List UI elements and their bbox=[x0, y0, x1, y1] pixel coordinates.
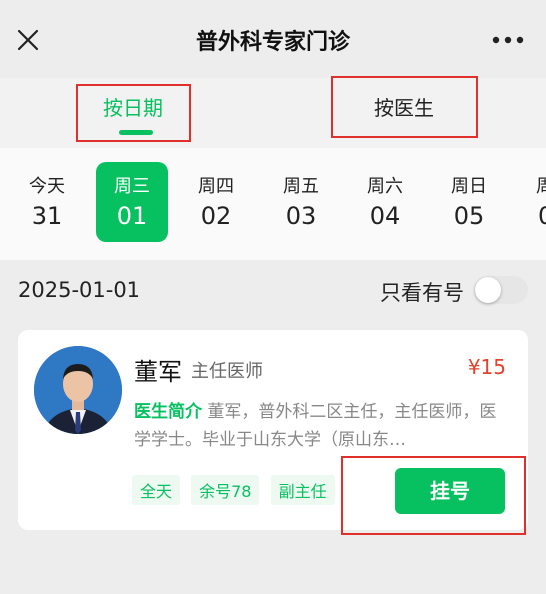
date-weekday: 周 bbox=[536, 176, 546, 197]
tag-list: 全天 余号78 副主任 bbox=[132, 475, 341, 505]
date-item-partial[interactable]: 周 0 bbox=[500, 162, 546, 242]
date-weekday: 周四 bbox=[198, 176, 234, 197]
doctor-name: 董军 bbox=[134, 358, 182, 386]
date-day: 02 bbox=[200, 202, 232, 230]
date-day: 31 bbox=[31, 202, 63, 230]
date-item-today[interactable]: 今天 31 bbox=[11, 162, 83, 242]
highlight-box-doctor-tab bbox=[331, 76, 478, 138]
date-item[interactable]: 周日 05 bbox=[433, 162, 505, 242]
only-available-label: 只看有号 bbox=[380, 281, 464, 305]
date-weekday: 今天 bbox=[29, 176, 65, 197]
doctor-title: 主任医师 bbox=[191, 361, 263, 382]
page-title: 普外科专家门诊 bbox=[195, 30, 350, 55]
avatar bbox=[34, 346, 122, 434]
date-weekday: 周日 bbox=[451, 176, 487, 197]
highlight-box-date-tab bbox=[76, 84, 191, 142]
filter-row: 2025-01-01 只看有号 bbox=[0, 260, 546, 322]
intro-label: 医生简介 bbox=[134, 402, 202, 422]
date-day: 01 bbox=[116, 202, 148, 230]
doctor-card[interactable]: 董军 主任医师 ¥15 医生简介 董军，普外科二区主任，主任医师，医学学士。毕业… bbox=[18, 330, 528, 535]
tag-session: 全天 bbox=[132, 475, 181, 505]
tab-bar: 按日期 按医生 bbox=[0, 76, 546, 148]
doctor-photo bbox=[34, 346, 122, 434]
more-icon[interactable] bbox=[492, 36, 524, 44]
date-selector: 今天 31 周三 01 周四 02 周五 03 周六 04 周日 05 周 0 bbox=[0, 148, 546, 260]
title-bar: 普外科专家门诊 bbox=[0, 0, 546, 78]
current-date-label: 2025-01-01 bbox=[18, 278, 141, 302]
date-item-selected[interactable]: 周三 01 bbox=[96, 162, 168, 242]
date-item[interactable]: 周五 03 bbox=[265, 162, 337, 242]
date-day: 05 bbox=[453, 202, 485, 230]
highlight-box-register bbox=[341, 456, 526, 535]
registration-fee: ¥15 bbox=[467, 355, 506, 379]
toggle-knob bbox=[475, 277, 501, 303]
tag-role: 副主任 bbox=[270, 475, 335, 505]
date-day: 04 bbox=[369, 202, 401, 230]
doctor-intro: 医生简介 董军，普外科二区主任，主任医师，医学学士。毕业于山东大学（原山东… bbox=[134, 398, 504, 454]
date-weekday: 周五 bbox=[283, 176, 319, 197]
date-day: 03 bbox=[285, 202, 317, 230]
date-weekday: 周三 bbox=[114, 176, 150, 197]
date-item[interactable]: 周四 02 bbox=[180, 162, 252, 242]
only-available-toggle[interactable] bbox=[474, 276, 528, 304]
date-item[interactable]: 周六 04 bbox=[349, 162, 421, 242]
tag-remaining: 余号78 bbox=[191, 475, 260, 505]
date-day: 0 bbox=[538, 202, 546, 230]
date-weekday: 周六 bbox=[367, 176, 403, 197]
